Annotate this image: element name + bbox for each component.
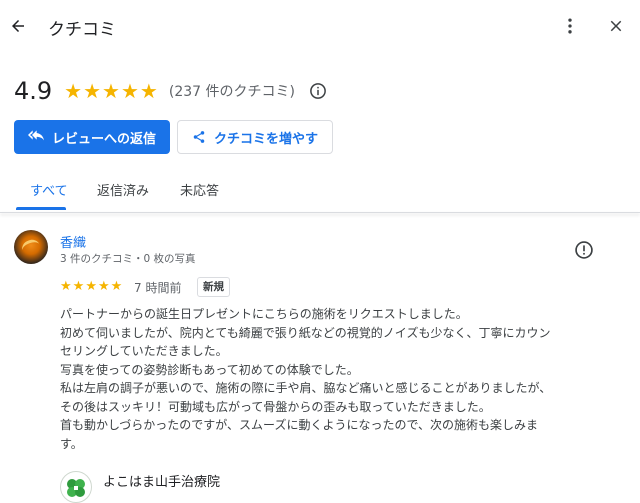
review-time: 7 時間前 xyxy=(134,281,182,295)
review-line: その後はスッキリ！可動域も広がって骨盤からの歪みも取っていただきました。 xyxy=(60,399,491,414)
tab-replied[interactable]: 返信済み xyxy=(97,180,149,199)
owner-logo xyxy=(60,471,92,503)
more-vert-icon xyxy=(568,18,572,34)
active-tab-indicator xyxy=(16,207,66,210)
close-button[interactable] xyxy=(600,10,632,42)
page-title: クチコミ xyxy=(48,20,116,40)
top-bar: クチコミ xyxy=(0,0,640,52)
back-button[interactable] xyxy=(4,8,32,44)
review-card: 香織 3 件のクチコミ・0 枚の写真 ★ ★ ★ ★ ★ 7 時間前 新規 パー… xyxy=(0,213,640,503)
owner-name: よこはま山手治療院 xyxy=(103,475,221,490)
info-icon[interactable] xyxy=(309,82,327,100)
star-icon: ★ xyxy=(110,279,123,294)
clover-logo-icon xyxy=(67,479,85,497)
star-icon: ★ xyxy=(64,79,83,103)
review-line: セリングしていただきました。 xyxy=(60,344,228,358)
rating-summary: 4.9 ★ ★ ★ ★ ★ (237 件のクチコミ) xyxy=(14,76,327,106)
get-more-reviews-button[interactable]: クチコミを増やす xyxy=(177,120,333,154)
star-icon: ★ xyxy=(72,279,85,294)
review-text: パートナーからの誕生日プレゼントにこちらの施術をリクエストしました。 初めて伺い… xyxy=(60,305,600,453)
more-options-button[interactable] xyxy=(556,10,584,42)
review-stars: ★ ★ ★ ★ ★ xyxy=(60,280,123,293)
review-line: 首も動かしづらかったのですが、スムーズに動くようになったので、次の施術も楽しみま xyxy=(60,418,538,432)
reviewer-meta: 3 件のクチコミ・0 枚の写真 xyxy=(60,253,196,265)
star-icon: ★ xyxy=(85,279,97,294)
reply-all-icon xyxy=(27,130,44,144)
average-rating: 4.9 xyxy=(14,77,53,105)
review-line: す。 xyxy=(60,436,83,451)
reviewer-avatar[interactable] xyxy=(14,230,48,264)
star-icon: ★ xyxy=(139,79,158,103)
review-count: (237 件のクチコミ) xyxy=(168,84,295,100)
new-badge: 新規 xyxy=(197,277,230,297)
star-icon: ★ xyxy=(120,79,139,103)
review-line: パートナーからの誕生日プレゼントにこちらの施術をリクエストしました。 xyxy=(60,307,468,321)
review-line: 写真を使っての姿勢診断もあって初めての体験でした。 xyxy=(60,362,359,377)
reply-to-reviews-label: レビューへの返信 xyxy=(51,131,156,147)
star-icon: ★ xyxy=(102,79,120,103)
get-more-reviews-label: クチコミを増やす xyxy=(213,131,318,147)
star-icon: ★ xyxy=(97,279,110,294)
report-icon[interactable] xyxy=(574,240,594,260)
reviewer-name[interactable]: 香織 xyxy=(60,232,86,251)
rating-stars: ★ ★ ★ ★ ★ xyxy=(64,81,159,101)
close-icon xyxy=(610,20,622,32)
tab-unanswered[interactable]: 未応答 xyxy=(180,180,219,199)
arrow-back-icon xyxy=(12,20,24,32)
star-icon: ★ xyxy=(60,279,72,294)
review-line: 初めて伺いましたが、院内とても綺麗で張り紙などの視覚的ノイズも少なく、丁寧にカウ… xyxy=(60,325,551,340)
tab-all[interactable]: すべて xyxy=(30,180,68,199)
review-line: 私は左肩の調子が悪いので、施術の際に手や肩、脇など痛いと感じることがありましたが… xyxy=(60,381,552,395)
review-tabs: すべて 返信済み 未応答 xyxy=(0,170,640,212)
star-icon: ★ xyxy=(83,79,102,103)
share-icon xyxy=(192,130,206,144)
reply-to-reviews-button[interactable]: レビューへの返信 xyxy=(14,120,170,154)
